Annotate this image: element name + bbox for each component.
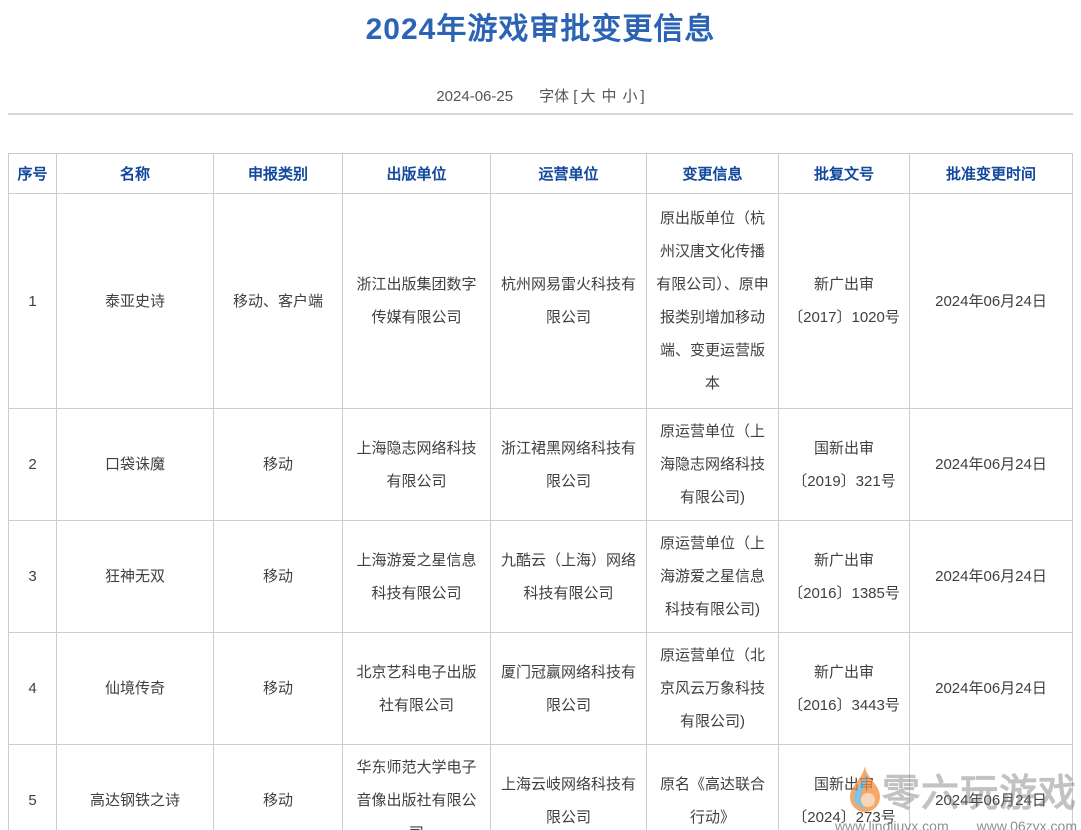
cell-approve-date: 2024年06月24日 <box>910 194 1073 409</box>
header-name: 名称 <box>57 154 214 194</box>
cell-category: 移动、客户端 <box>214 194 343 409</box>
header-serial: 序号 <box>9 154 57 194</box>
cell-doc-number: 国新出审〔2019〕321号 <box>779 409 910 521</box>
cell-publisher: 上海隐志网络科技有限公司 <box>343 409 491 521</box>
cell-game-name: 泰亚史诗 <box>57 194 214 409</box>
header-doc-number: 批复文号 <box>779 154 910 194</box>
cell-operator: 浙江裙黑网络科技有限公司 <box>491 409 647 521</box>
cell-doc-number: 国新出审〔2024〕273号 <box>779 745 910 830</box>
cell-doc-number: 新广出审〔2016〕3443号 <box>779 633 910 745</box>
bracket-open: [ <box>573 88 577 105</box>
cell-operator: 厦门冠赢网络科技有限公司 <box>491 633 647 745</box>
cell-category: 移动 <box>214 745 343 830</box>
cell-publisher: 北京艺科电子出版社有限公司 <box>343 633 491 745</box>
cell-publisher: 华东师范大学电子音像出版社有限公司 <box>343 745 491 830</box>
table-row: 5 高达钢铁之诗 移动 华东师范大学电子音像出版社有限公司 上海云岐网络科技有限… <box>9 745 1073 830</box>
font-size-small-link[interactable]: 小 <box>622 88 637 105</box>
cell-change-info: 原出版单位（杭州汉唐文化传播有限公司）、原申报类别增加移动端、变更运营版本 <box>647 194 779 409</box>
meta-line: 2024-06-25 字体 [大中小] <box>0 85 1081 106</box>
header-publisher: 出版单位 <box>343 154 491 194</box>
cell-approve-date: 2024年06月24日 <box>910 745 1073 830</box>
cell-serial: 2 <box>9 409 57 521</box>
cell-doc-number: 新广出审〔2016〕1385号 <box>779 521 910 633</box>
header-change-info: 变更信息 <box>647 154 779 194</box>
cell-game-name: 仙境传奇 <box>57 633 214 745</box>
cell-game-name: 狂神无双 <box>57 521 214 633</box>
cell-operator: 九酷云（上海）网络科技有限公司 <box>491 521 647 633</box>
font-size-large-link[interactable]: 大 <box>580 88 595 105</box>
cell-serial: 3 <box>9 521 57 633</box>
page-title: 2024年游戏审批变更信息 <box>0 4 1081 48</box>
font-size-medium-link[interactable]: 中 <box>601 88 616 105</box>
table-header-row: 序号 名称 申报类别 出版单位 运营单位 变更信息 批复文号 批准变更时间 <box>9 154 1073 194</box>
cell-approve-date: 2024年06月24日 <box>910 633 1073 745</box>
cell-approve-date: 2024年06月24日 <box>910 521 1073 633</box>
bracket-close: ] <box>640 88 644 105</box>
cell-serial: 4 <box>9 633 57 745</box>
table-row: 4 仙境传奇 移动 北京艺科电子出版社有限公司 厦门冠赢网络科技有限公司 原运营… <box>9 633 1073 745</box>
cell-change-info: 原运营单位（上海隐志网络科技有限公司) <box>647 409 779 521</box>
cell-category: 移动 <box>214 409 343 521</box>
cell-change-info: 原名《高达联合行动》 <box>647 745 779 830</box>
cell-approve-date: 2024年06月24日 <box>910 409 1073 521</box>
header-divider <box>8 113 1073 115</box>
cell-game-name: 高达钢铁之诗 <box>57 745 214 830</box>
font-size-selector: 字体 [大中小] <box>539 88 645 105</box>
cell-serial: 1 <box>9 194 57 409</box>
cell-serial: 5 <box>9 745 57 830</box>
table-row: 3 狂神无双 移动 上海游爱之星信息科技有限公司 九酷云（上海）网络科技有限公司… <box>9 521 1073 633</box>
cell-operator: 上海云岐网络科技有限公司 <box>491 745 647 830</box>
header-category: 申报类别 <box>214 154 343 194</box>
header-approve-date: 批准变更时间 <box>910 154 1073 194</box>
font-label: 字体 <box>539 88 569 105</box>
approval-change-table: 序号 名称 申报类别 出版单位 运营单位 变更信息 批复文号 批准变更时间 1 … <box>8 153 1073 830</box>
cell-operator: 杭州网易雷火科技有限公司 <box>491 194 647 409</box>
table-row: 1 泰亚史诗 移动、客户端 浙江出版集团数字传媒有限公司 杭州网易雷火科技有限公… <box>9 194 1073 409</box>
table-row: 2 口袋诛魔 移动 上海隐志网络科技有限公司 浙江裙黑网络科技有限公司 原运营单… <box>9 409 1073 521</box>
header-operator: 运营单位 <box>491 154 647 194</box>
cell-doc-number: 新广出审〔2017〕1020号 <box>779 194 910 409</box>
cell-category: 移动 <box>214 521 343 633</box>
cell-publisher: 上海游爱之星信息科技有限公司 <box>343 521 491 633</box>
cell-category: 移动 <box>214 633 343 745</box>
cell-change-info: 原运营单位（上海游爱之星信息科技有限公司) <box>647 521 779 633</box>
cell-change-info: 原运营单位（北京风云万象科技有限公司) <box>647 633 779 745</box>
cell-game-name: 口袋诛魔 <box>57 409 214 521</box>
publish-date: 2024-06-25 <box>436 88 513 105</box>
cell-publisher: 浙江出版集团数字传媒有限公司 <box>343 194 491 409</box>
